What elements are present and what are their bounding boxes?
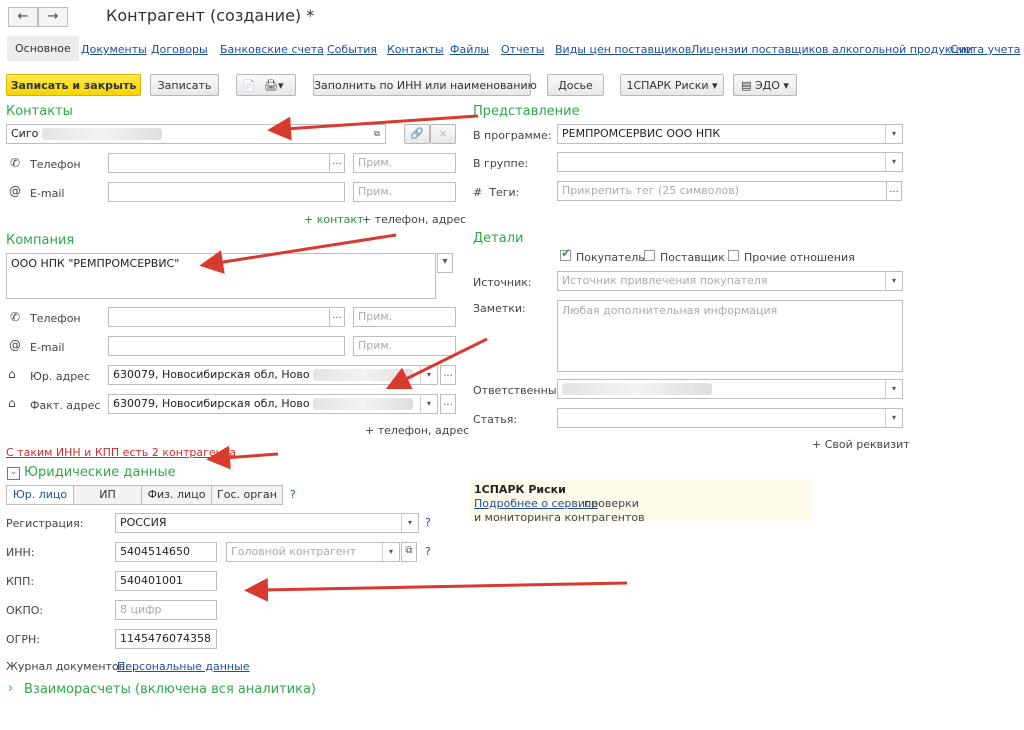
annotation-arrow <box>385 337 488 390</box>
annotation-arrow <box>206 445 279 470</box>
annotation-arrow <box>267 114 479 141</box>
annotation-arrow <box>244 577 628 602</box>
annotation-arrows <box>199 114 628 602</box>
annotation-arrow <box>199 233 397 274</box>
